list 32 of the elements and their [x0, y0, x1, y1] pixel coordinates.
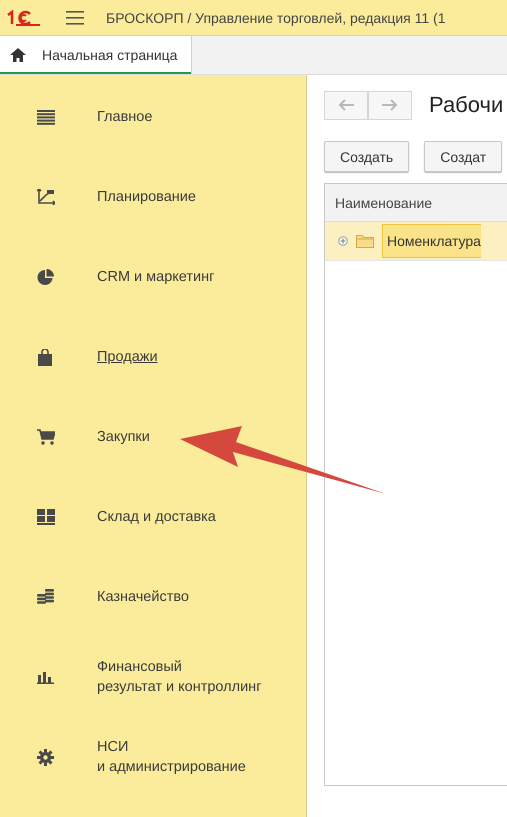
table-cell: Номенклатура	[382, 224, 481, 258]
folder-icon	[356, 234, 374, 248]
section-link[interactable]: Продажи	[97, 347, 158, 367]
section-link[interactable]: Казначейство	[97, 587, 189, 607]
section-link[interactable]: Планирование	[97, 187, 196, 207]
home-icon	[10, 48, 26, 62]
chart-axes-icon	[37, 189, 55, 205]
section-link[interactable]: НСИ и администрирование	[97, 737, 246, 777]
section-link[interactable]: Закупки	[97, 427, 150, 447]
settings-icon	[37, 748, 54, 766]
boxes-icon	[37, 509, 55, 525]
coins-icon	[37, 589, 54, 605]
home-tab[interactable]: Начальная страница	[0, 36, 192, 74]
list-icon	[37, 110, 55, 124]
section-link[interactable]: Финансовый результат и контроллинг	[97, 657, 262, 697]
section-link[interactable]: CRM и маркетинг	[97, 267, 214, 287]
page-title: Рабочи	[429, 92, 504, 118]
section-link[interactable]: Склад и доставка	[97, 507, 216, 527]
menu-icon[interactable]	[66, 10, 84, 24]
left-arrow-icon	[338, 99, 354, 111]
create-button[interactable]: Создат	[424, 141, 502, 172]
table-row[interactable]: Номенклатура	[325, 222, 507, 261]
section-link[interactable]: Главное	[97, 107, 152, 127]
create-button[interactable]: Создать	[324, 141, 410, 172]
window-title: БРОСКОРП / Управление торговлей, редакция 11 (1	[106, 10, 446, 26]
pie-chart-icon	[37, 268, 54, 286]
shopping-bag-icon	[37, 348, 53, 366]
bar-chart-icon	[37, 670, 54, 684]
right-arrow-icon	[382, 99, 398, 111]
logo-icon	[6, 10, 40, 26]
cart-icon	[37, 429, 55, 445]
expand-icon[interactable]	[338, 236, 348, 246]
